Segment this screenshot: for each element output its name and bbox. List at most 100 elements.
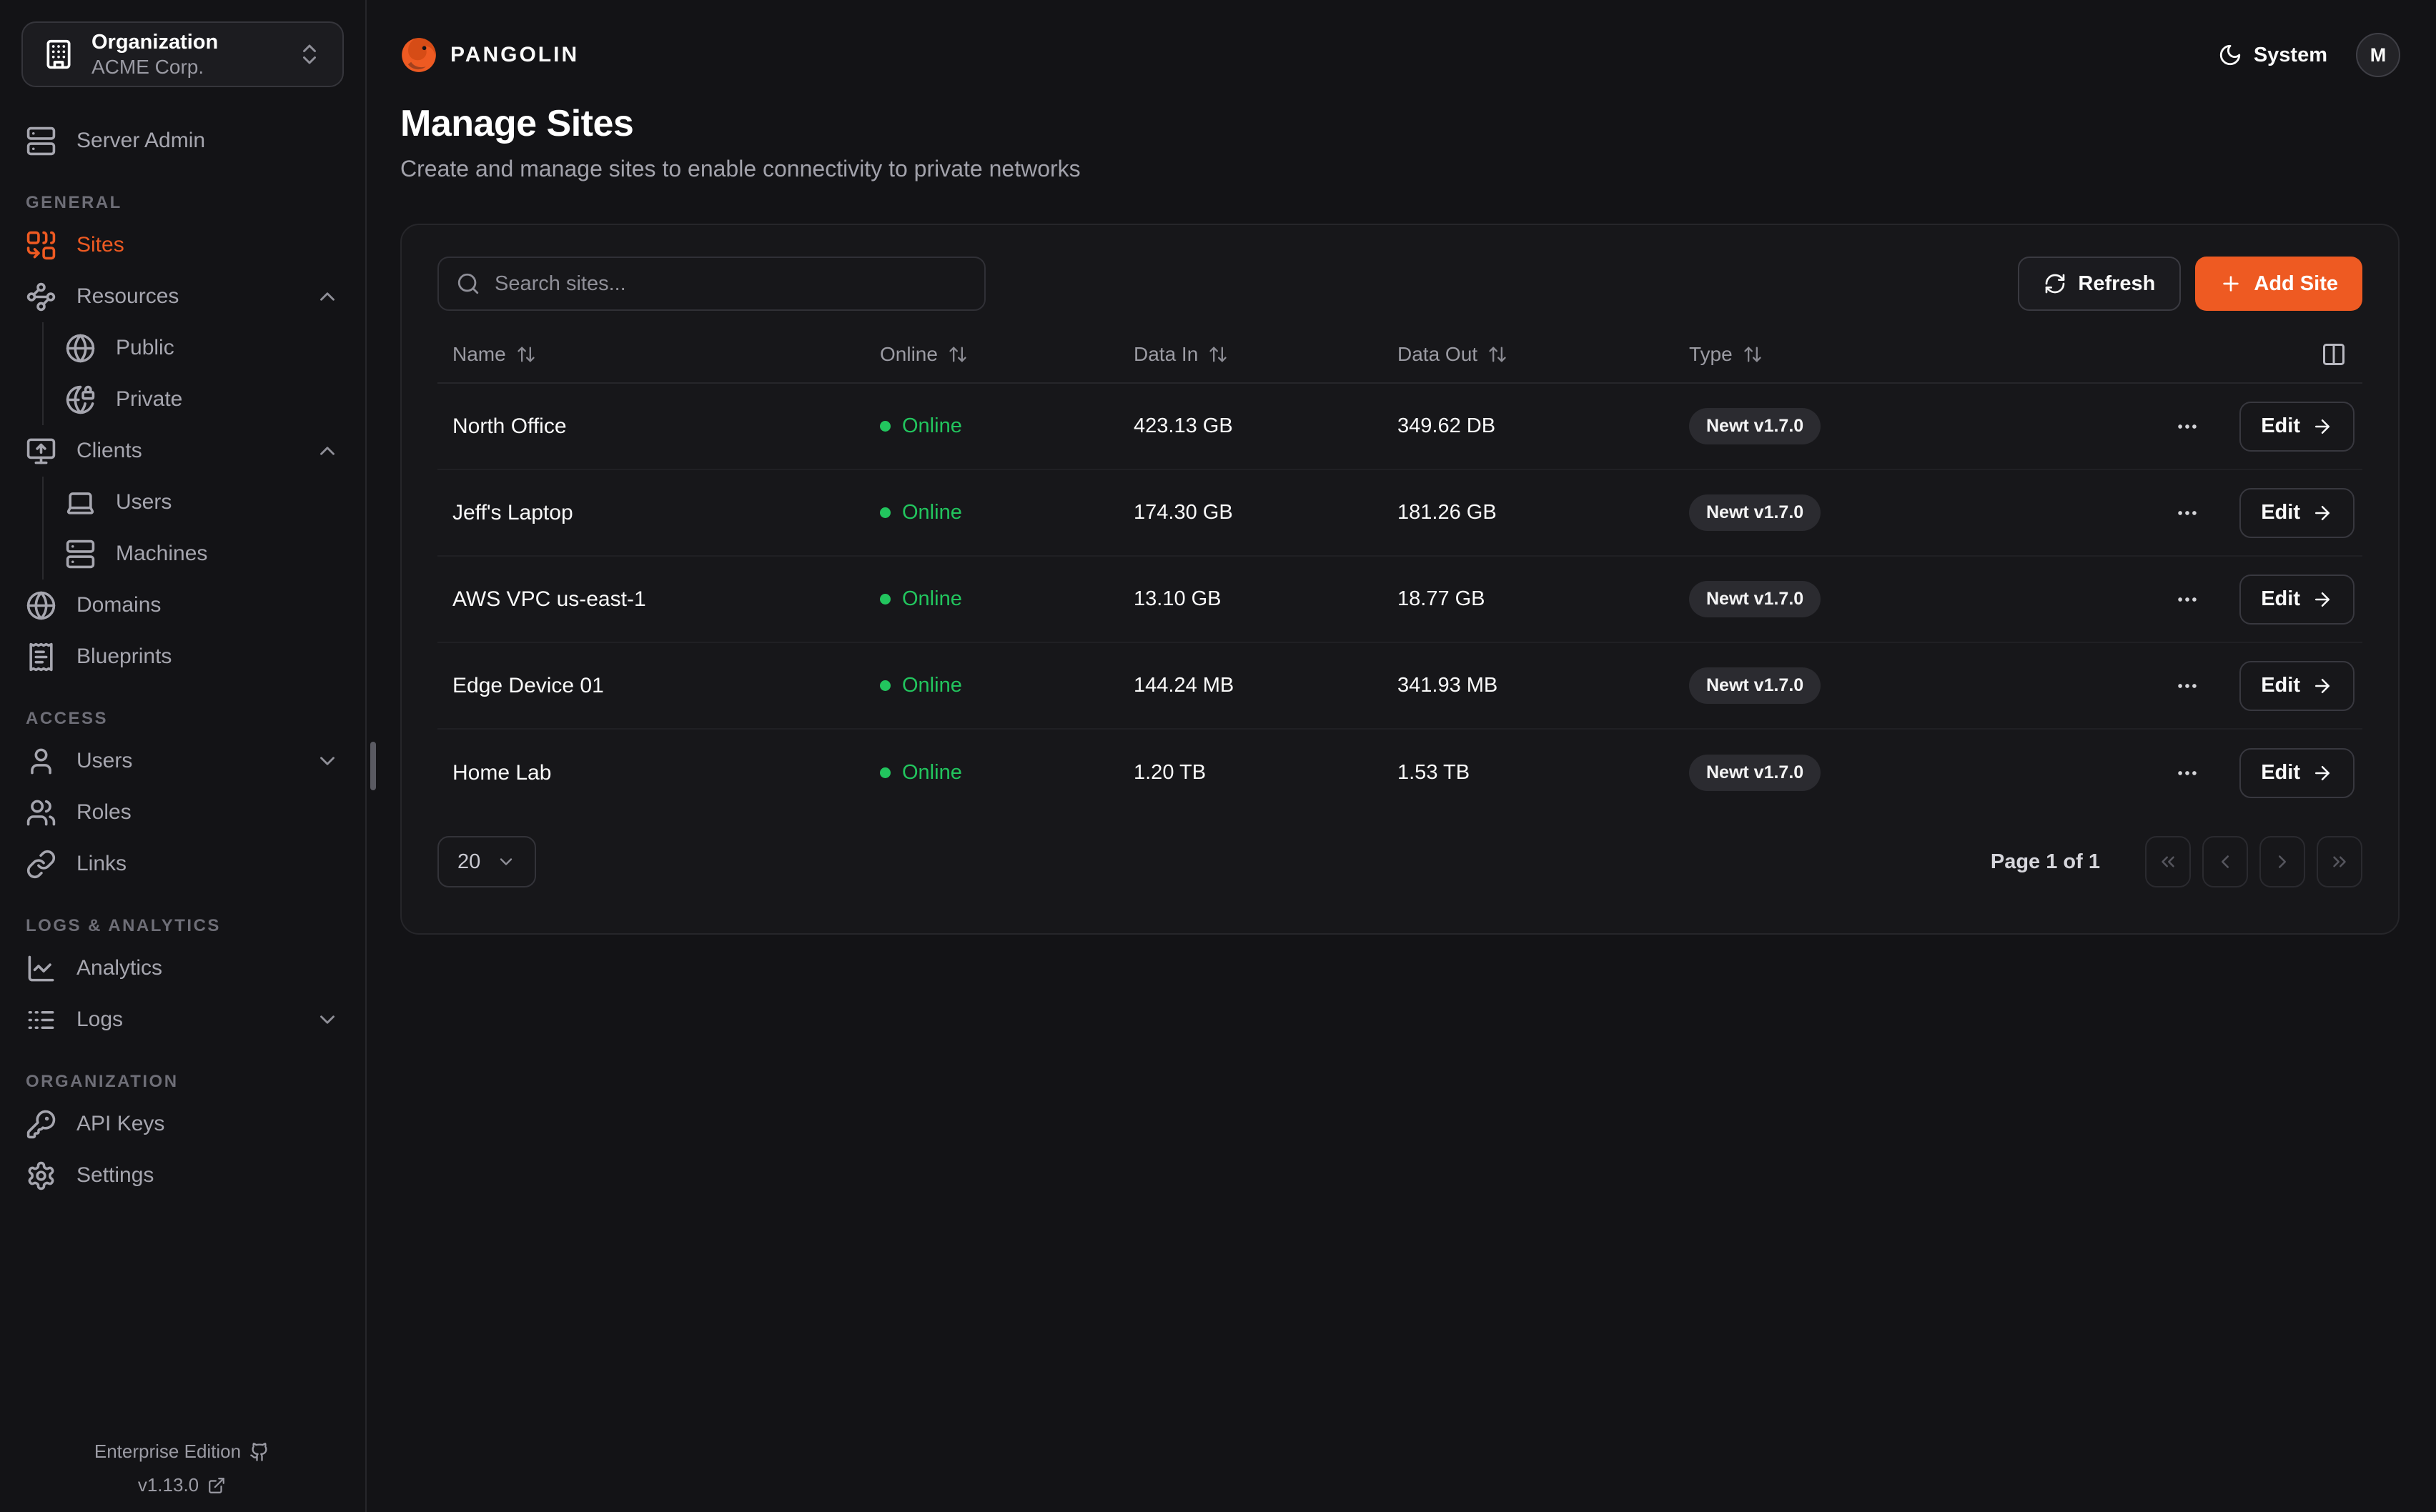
sidebar-item-resources[interactable]: Resources [21, 271, 344, 322]
sites-combine-icon [26, 230, 56, 261]
arrow-right-icon [2312, 675, 2333, 697]
receipt-icon [26, 642, 56, 672]
edit-button-label: Edit [2261, 414, 2300, 438]
sidebar-item-server-admin[interactable]: Server Admin [21, 115, 344, 166]
page-head: Manage Sites Create and manage sites to … [400, 103, 2400, 182]
site-data-out: 18.77 GB [1397, 587, 1689, 611]
server-icon [26, 126, 56, 156]
sidebar-item-client-users[interactable]: Users [61, 477, 344, 528]
sidebar-item-machines[interactable]: Machines [61, 528, 344, 580]
column-header-name[interactable]: Name [452, 343, 880, 366]
chart-line-icon [26, 953, 56, 984]
chevron-down-icon [496, 852, 516, 872]
site-data-in: 13.10 GB [1134, 587, 1397, 611]
logs-list-icon [26, 1005, 56, 1035]
brand[interactable]: PANGOLIN [400, 36, 579, 74]
search-icon [456, 272, 480, 296]
last-page-button[interactable] [2317, 836, 2362, 887]
moon-icon [2218, 43, 2242, 67]
edit-button-label: Edit [2261, 501, 2300, 524]
sidebar-item-logs[interactable]: Logs [21, 994, 344, 1045]
add-site-button[interactable]: Add Site [2195, 257, 2362, 311]
site-data-in: 1.20 TB [1134, 761, 1397, 785]
search-input[interactable] [437, 257, 986, 311]
column-header-data-out[interactable]: Data Out [1397, 343, 1689, 366]
table-header: Name Online Data I [437, 327, 2362, 384]
sidebar-item-sites[interactable]: Sites [21, 219, 344, 271]
topbar-right: System M [2218, 33, 2400, 77]
globe-icon [26, 590, 56, 621]
online-status-dot [880, 680, 891, 691]
site-status: Online [880, 414, 1134, 438]
sidebar-item-api-keys[interactable]: API Keys [21, 1098, 344, 1150]
column-header-data-in[interactable]: Data In [1134, 343, 1397, 366]
sort-icon [1743, 344, 1763, 364]
building-icon [43, 39, 74, 70]
column-header-online[interactable]: Online [880, 343, 1134, 366]
sidebar-scrollbar-thumb[interactable] [370, 742, 376, 790]
pangolin-logo-icon [400, 36, 437, 74]
sidebar-item-links[interactable]: Links [21, 838, 344, 890]
row-menu-ellipsis-icon[interactable] [2175, 414, 2199, 439]
laptop-icon [65, 487, 96, 518]
sidebar-item-roles[interactable]: Roles [21, 787, 344, 838]
refresh-icon [2044, 272, 2066, 295]
site-status: Online [880, 587, 1134, 611]
edit-button[interactable]: Edit [2239, 402, 2355, 452]
chevrons-up-down-icon [297, 41, 322, 67]
table-row: North Office Online 423.13 GB 349.62 DB … [437, 384, 2362, 470]
chevrons-left-icon [2157, 851, 2179, 872]
row-menu-ellipsis-icon[interactable] [2175, 761, 2199, 785]
sidebar-item-analytics[interactable]: Analytics [21, 942, 344, 994]
chevron-right-icon [2272, 851, 2293, 872]
edit-button[interactable]: Edit [2239, 661, 2355, 711]
site-name: North Office [452, 414, 880, 439]
site-type-badge: Newt v1.7.0 [1689, 408, 1821, 444]
table-row: AWS VPC us-east-1 Online 13.10 GB 18.77 … [437, 557, 2362, 643]
columns-toggle-icon[interactable] [2321, 342, 2347, 367]
plus-icon [2219, 272, 2242, 295]
edit-button[interactable]: Edit [2239, 575, 2355, 625]
edit-button[interactable]: Edit [2239, 748, 2355, 798]
refresh-button[interactable]: Refresh [2018, 257, 2181, 311]
site-data-out: 341.93 MB [1397, 674, 1689, 697]
github-icon [249, 1442, 269, 1462]
column-header-type[interactable]: Type [1689, 343, 2175, 366]
sidebar-item-settings[interactable]: Settings [21, 1150, 344, 1201]
site-name: Home Lab [452, 761, 880, 785]
site-data-out: 1.53 TB [1397, 761, 1689, 785]
site-data-out: 349.62 DB [1397, 414, 1689, 438]
edition-link[interactable]: Enterprise Edition [94, 1441, 269, 1463]
chevron-left-icon [2214, 851, 2236, 872]
first-page-button[interactable] [2145, 836, 2191, 887]
gear-icon [26, 1160, 56, 1191]
next-page-button[interactable] [2259, 836, 2305, 887]
row-menu-ellipsis-icon[interactable] [2175, 501, 2199, 525]
prev-page-button[interactable] [2202, 836, 2248, 887]
page-title: Manage Sites [400, 103, 2400, 144]
sidebar-item-users[interactable]: Users [21, 735, 344, 787]
row-menu-ellipsis-icon[interactable] [2175, 674, 2199, 698]
sidebar-item-public[interactable]: Public [61, 322, 344, 374]
chevrons-right-icon [2329, 851, 2350, 872]
table-row: Jeff's Laptop Online 174.30 GB 181.26 GB… [437, 470, 2362, 557]
sidebar-item-domains[interactable]: Domains [21, 580, 344, 631]
site-status: Online [880, 501, 1134, 524]
app-root: Organization ACME Corp. Server Admin [0, 0, 2436, 1512]
sidebar: Organization ACME Corp. Server Admin [0, 0, 367, 1512]
row-menu-ellipsis-icon[interactable] [2175, 587, 2199, 612]
edit-button[interactable]: Edit [2239, 488, 2355, 538]
version-link[interactable]: v1.13.0 [138, 1474, 226, 1496]
main-content: PANGOLIN System M Manage Sites Create [367, 0, 2436, 1512]
sort-icon [1487, 344, 1507, 364]
page-size-select[interactable]: 20 [437, 836, 536, 887]
sites-card: Refresh Add Site Name [400, 224, 2400, 935]
theme-toggle[interactable]: System [2218, 43, 2327, 67]
arrow-right-icon [2312, 589, 2333, 610]
avatar[interactable]: M [2356, 33, 2400, 77]
org-switcher[interactable]: Organization ACME Corp. [21, 21, 344, 87]
sidebar-item-private[interactable]: Private [61, 374, 344, 425]
sidebar-item-clients[interactable]: Clients [21, 425, 344, 477]
server-icon [65, 539, 96, 570]
sidebar-item-blueprints[interactable]: Blueprints [21, 631, 344, 682]
